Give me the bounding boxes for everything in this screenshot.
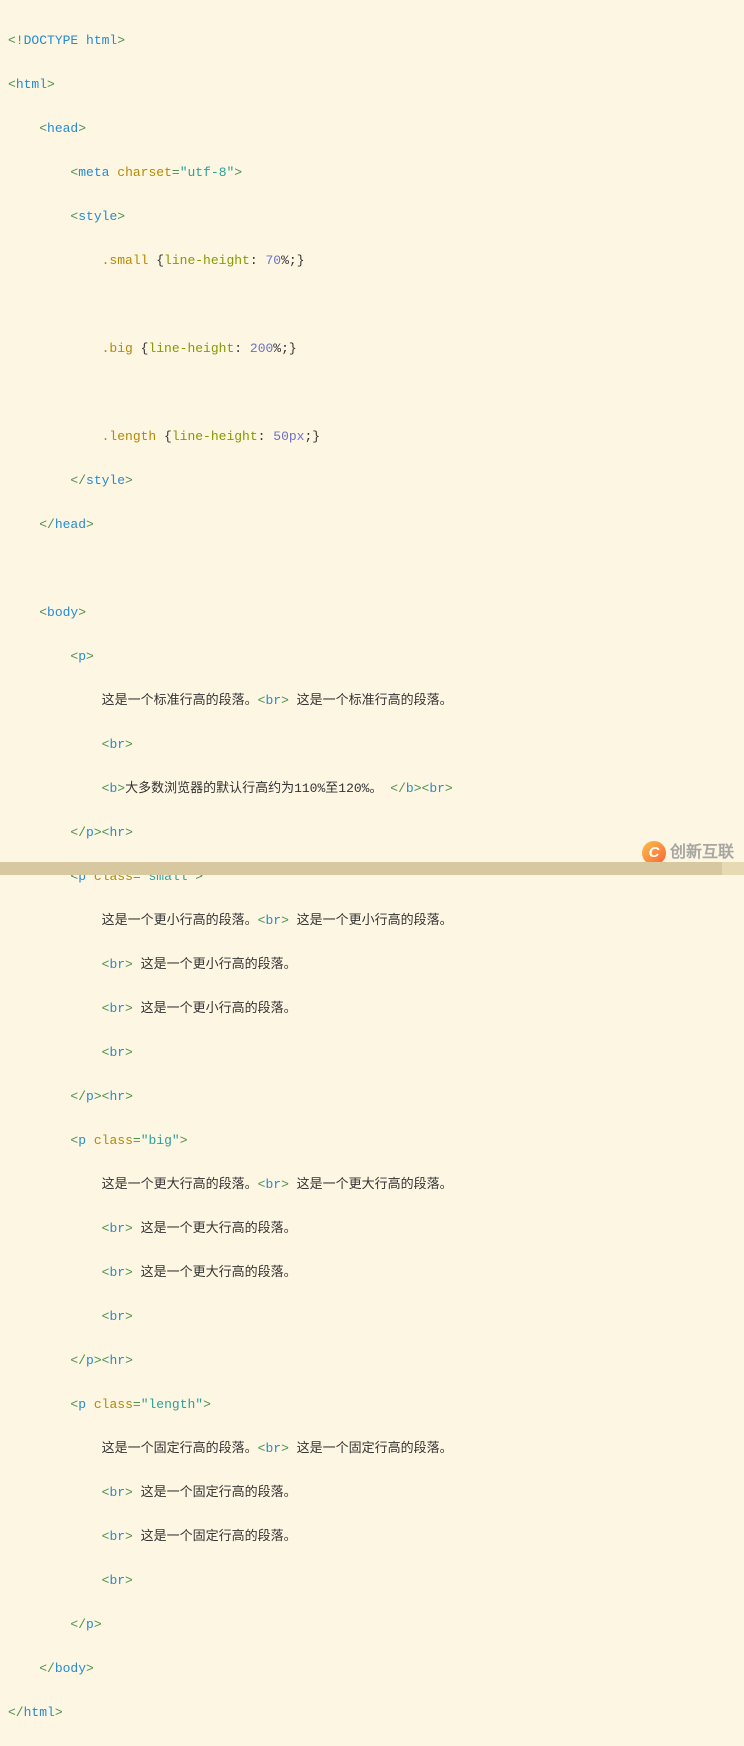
code-line: 这是一个更小行高的段落。<br> 这是一个更小行高的段落。 — [8, 910, 744, 932]
code-line: </style> — [8, 470, 744, 492]
code-line: .length {line-height: 50px;} — [8, 426, 744, 448]
watermark-text: 创新互联 — [670, 842, 734, 864]
html-tag: html — [16, 77, 47, 92]
code-line: <br> 这是一个更大行高的段落。 — [8, 1218, 744, 1240]
code-line: <br> — [8, 734, 744, 756]
css-value: 50px — [273, 429, 304, 444]
code-line: <style> — [8, 206, 744, 228]
css-selector: .big — [102, 341, 133, 356]
scrollbar-thumb[interactable] — [0, 862, 722, 875]
head-tag: head — [47, 121, 78, 136]
code-line: </p> — [8, 1614, 744, 1636]
css-prop: line-height — [148, 341, 234, 356]
code-line: </head> — [8, 514, 744, 536]
css-value: 200 — [250, 341, 273, 356]
code-line: <p class="big"> — [8, 1130, 744, 1152]
body-tag: body — [47, 605, 78, 620]
code-line: <meta charset="utf-8"> — [8, 162, 744, 184]
code-line — [8, 294, 744, 316]
code-line: </html> — [8, 1702, 744, 1724]
attr-value: "utf-8" — [180, 165, 235, 180]
code-line: <br> — [8, 1042, 744, 1064]
code-line: <html> — [8, 74, 744, 96]
code-line: </p><hr> — [8, 1086, 744, 1108]
code-line: <br> 这是一个固定行高的段落。 — [8, 1526, 744, 1548]
css-selector: .small — [102, 253, 149, 268]
code-line: </p><hr> — [8, 822, 744, 844]
text-content: 这是一个标准行高的段落。 — [102, 693, 258, 708]
code-line: 这是一个固定行高的段落。<br> 这是一个固定行高的段落。 — [8, 1438, 744, 1460]
code-line — [8, 382, 744, 404]
code-line: <b>大多数浏览器的默认行高约为110%至120%。 </b><br> — [8, 778, 744, 800]
code-line: <p> — [8, 646, 744, 668]
attr-charset: charset — [117, 165, 172, 180]
code-line: .small {line-height: 70%;} — [8, 250, 744, 272]
css-prop: line-height — [164, 253, 250, 268]
code-line: <body> — [8, 602, 744, 624]
css-prop: line-height — [172, 429, 258, 444]
code-line: <br> 这是一个更大行高的段落。 — [8, 1262, 744, 1284]
code-line: <br> 这是一个固定行高的段落。 — [8, 1482, 744, 1504]
code-line: 这是一个标准行高的段落。<br> 这是一个标准行高的段落。 — [8, 690, 744, 712]
code-line — [8, 558, 744, 580]
code-line: <br> — [8, 1570, 744, 1592]
code-line: 这是一个更大行高的段落。<br> 这是一个更大行高的段落。 — [8, 1174, 744, 1196]
css-value: 70 — [265, 253, 281, 268]
code-line: <br> — [8, 1306, 744, 1328]
code-line: <!<!DOCTYPE html>DOCTYPE html> — [8, 30, 744, 52]
css-selector: .length — [102, 429, 157, 444]
code-line: <br> 这是一个更小行高的段落。 — [8, 954, 744, 976]
horizontal-scrollbar[interactable] — [0, 862, 744, 875]
code-line: </p><hr> — [8, 1350, 744, 1372]
code-line: </body> — [8, 1658, 744, 1680]
code-line: <br> 这是一个更小行高的段落。 — [8, 998, 744, 1020]
text-content: 大多数浏览器的默认行高约为110%至120%。 — [125, 781, 390, 796]
code-line: <p class="length"> — [8, 1394, 744, 1416]
code-line: .big {line-height: 200%;} — [8, 338, 744, 360]
style-tag: style — [78, 209, 117, 224]
code-line: <head> — [8, 118, 744, 140]
meta-tag: meta — [78, 165, 109, 180]
code-block: <!<!DOCTYPE html>DOCTYPE html> <html> <h… — [8, 8, 744, 1746]
